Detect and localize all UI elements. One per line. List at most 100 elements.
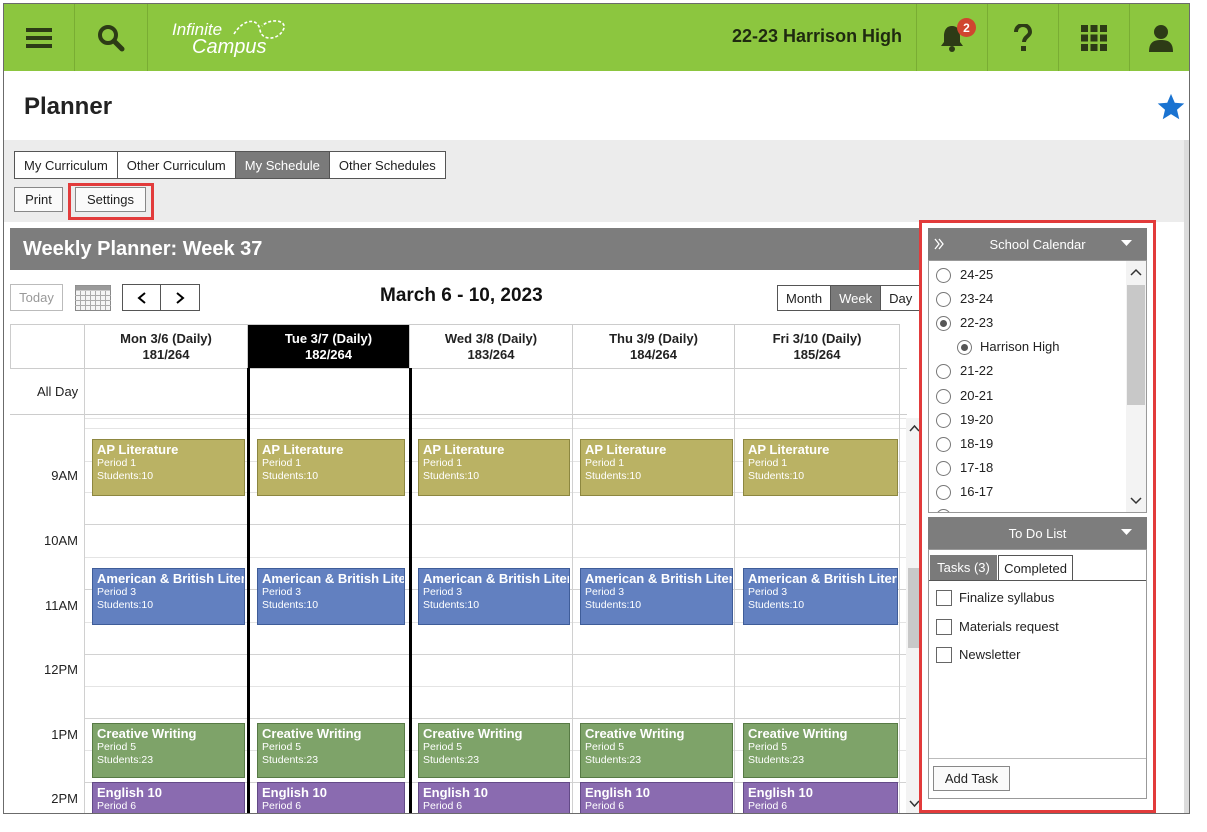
year-radio-22-23[interactable]	[936, 316, 951, 331]
event-ap-literature-wed[interactable]: AP Literature Period 1 Students:10	[418, 439, 570, 496]
event-american-british-lit-tue[interactable]: American & British LiteraturePeriod 3Stu…	[257, 568, 405, 625]
time-column-header	[10, 324, 85, 368]
hamburger-icon[interactable]	[4, 4, 74, 71]
day-header-thu[interactable]: Thu 3/9 (Daily) 184/264	[573, 324, 735, 368]
year-label: 17-18	[960, 460, 994, 475]
year-radio-18-19[interactable]	[936, 437, 951, 452]
bell-icon[interactable]	[917, 4, 987, 71]
event-english-10-wed[interactable]: English 10 Period 6	[418, 782, 570, 813]
view-month-button[interactable]: Month	[777, 285, 831, 311]
chevron-up-icon[interactable]	[1130, 268, 1142, 276]
year-label: 24-25	[960, 267, 994, 282]
event-american-british-lit-fri[interactable]: American & British LiteraturePeriod 3Stu…	[743, 568, 898, 625]
settings-button[interactable]: Settings	[75, 187, 146, 212]
event-period: Period 1	[262, 457, 302, 469]
task-checkbox[interactable]	[936, 619, 952, 635]
event-american-british-lit-thu[interactable]: American & British LiteraturePeriod 3Stu…	[580, 568, 733, 625]
year-radio-21-22[interactable]	[936, 364, 951, 379]
school-calendar-header[interactable]: School Calendar	[928, 228, 1147, 260]
event-creative-writing-wed[interactable]: Creative Writing Period 5 Students:23	[418, 723, 570, 778]
year-label: 21-22	[960, 363, 994, 378]
grid-icon[interactable]	[1059, 4, 1129, 71]
event-period: Period 1	[748, 457, 788, 469]
chevron-left-icon	[136, 291, 146, 304]
chevron-down-icon[interactable]	[1130, 497, 1142, 505]
event-title: English 10	[97, 785, 163, 800]
tab-my-curriculum[interactable]: My Curriculum	[14, 151, 117, 179]
event-students: Students:23	[262, 754, 319, 766]
caret-down-icon[interactable]	[1121, 529, 1132, 536]
print-button[interactable]: Print	[14, 187, 63, 212]
task-checkbox[interactable]	[936, 590, 952, 606]
page-scrollbar[interactable]	[1184, 140, 1189, 813]
tab-my-schedule[interactable]: My Schedule	[234, 151, 329, 179]
event-title: English 10	[585, 785, 651, 800]
day-label: Tue 3/7 (Daily)	[284, 331, 373, 346]
view-week-button[interactable]: Week	[830, 285, 881, 311]
view-day-button[interactable]: Day	[880, 285, 921, 311]
year-radio-23-24[interactable]	[936, 292, 951, 307]
search-icon[interactable]	[75, 4, 147, 71]
calendar-scrollbar[interactable]	[1126, 261, 1146, 512]
event-ap-literature-fri[interactable]: AP Literature Period 1 Students:10	[743, 439, 898, 496]
add-task-button[interactable]: Add Task	[933, 766, 1010, 791]
double-chevron-right-icon[interactable]	[934, 238, 944, 250]
planner-tabs: My Curriculum Other Curriculum My Schedu…	[14, 151, 446, 179]
all-day-row[interactable]	[10, 368, 907, 415]
school-name[interactable]: 22-23 Harrison High	[732, 26, 902, 47]
day-header-fri[interactable]: Fri 3/10 (Daily) 185/264	[735, 324, 900, 368]
event-period: Period 6	[423, 800, 463, 812]
task-label: Newsletter	[959, 647, 1021, 662]
calendar-icon[interactable]	[75, 285, 111, 314]
year-label: 20-21	[960, 388, 994, 403]
event-creative-writing-tue[interactable]: Creative Writing Period 5 Students:23	[257, 723, 405, 778]
year-radio-16-17[interactable]	[936, 485, 951, 500]
event-period: Period 3	[748, 586, 788, 598]
logo-swoosh-icon	[233, 20, 285, 39]
todo-header[interactable]: To Do List	[928, 517, 1147, 549]
event-american-british-lit-wed[interactable]: American & British LiteraturePeriod 3Stu…	[418, 568, 570, 625]
day-header-tue[interactable]: Tue 3/7 (Daily) 182/264	[248, 324, 410, 368]
next-week-button[interactable]	[161, 284, 200, 311]
school-radio-harrison-high[interactable]	[957, 340, 972, 355]
today-button[interactable]: Today	[10, 284, 63, 311]
year-radio-17-18[interactable]	[936, 461, 951, 476]
tab-completed[interactable]: Completed	[998, 555, 1073, 580]
caret-down-icon[interactable]	[1121, 240, 1132, 247]
year-radio-partial[interactable]	[936, 509, 951, 512]
calendar-scroll-thumb[interactable]	[1127, 285, 1145, 405]
event-american-british-lit-mon[interactable]: American & British LiteraturePeriod 3Stu…	[92, 568, 245, 625]
event-ap-literature-tue[interactable]: AP Literature Period 1 Students:10	[257, 439, 405, 496]
school-calendar-title: School Calendar	[989, 236, 1086, 252]
question-icon[interactable]	[988, 4, 1058, 71]
event-creative-writing-mon[interactable]: Creative Writing Period 5 Students:23	[92, 723, 245, 778]
event-creative-writing-fri[interactable]: Creative Writing Period 5 Students:23	[743, 723, 898, 778]
event-ap-literature-mon[interactable]: AP Literature Period 1 Students:10	[92, 439, 245, 496]
tab-other-schedules[interactable]: Other Schedules	[328, 151, 446, 179]
grid-scrollbar[interactable]	[906, 418, 920, 813]
previous-week-button[interactable]	[122, 284, 161, 311]
event-students: Students:10	[748, 470, 805, 482]
event-english-10-thu[interactable]: English 10 Period 6	[580, 782, 733, 813]
task-checkbox[interactable]	[936, 647, 952, 663]
day-header-mon[interactable]: Mon 3/6 (Daily) 181/264	[85, 324, 248, 368]
time-label-9am: 9AM	[51, 468, 78, 483]
day-label: Thu 3/9 (Daily)	[609, 331, 698, 346]
event-period: Period 5	[423, 741, 463, 753]
event-creative-writing-thu[interactable]: Creative Writing Period 5 Students:23	[580, 723, 733, 778]
year-radio-20-21[interactable]	[936, 389, 951, 404]
day-header-wed[interactable]: Wed 3/8 (Daily) 183/264	[410, 324, 573, 368]
event-ap-literature-thu[interactable]: AP Literature Period 1 Students:10	[580, 439, 733, 496]
event-english-10-fri[interactable]: English 10 Period 6	[743, 782, 898, 813]
tab-tasks[interactable]: Tasks (3)	[930, 555, 997, 580]
star-icon[interactable]	[1156, 92, 1186, 125]
year-radio-19-20[interactable]	[936, 413, 951, 428]
year-radio-24-25[interactable]	[936, 268, 951, 283]
tab-other-curriculum[interactable]: Other Curriculum	[116, 151, 235, 179]
event-period: Period 6	[748, 800, 788, 812]
event-english-10-tue[interactable]: English 10 Period 6	[257, 782, 405, 813]
event-english-10-mon[interactable]: English 10 Period 6	[92, 782, 245, 813]
all-day-label: All Day	[37, 384, 79, 399]
event-period: Period 1	[423, 457, 463, 469]
person-icon[interactable]	[1130, 4, 1189, 71]
